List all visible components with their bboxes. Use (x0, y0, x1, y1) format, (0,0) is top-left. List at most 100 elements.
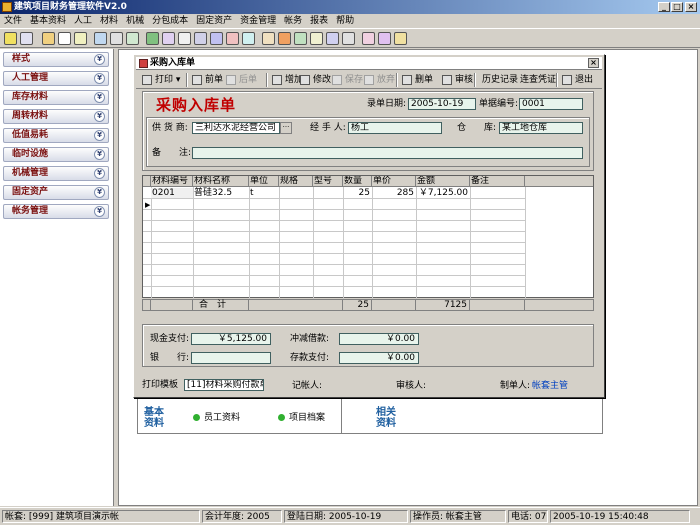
menu-fixed-assets[interactable]: 固定资产 (192, 14, 236, 28)
grid-header-spec[interactable]: 规格 (279, 176, 313, 187)
grid-header-qty[interactable]: 数量 (343, 176, 372, 187)
menu-material[interactable]: 材料 (96, 14, 122, 28)
doc-number-field[interactable]: 0001 (519, 98, 583, 110)
sheet-icon[interactable] (178, 32, 191, 45)
add-button[interactable]: 增加 (272, 73, 303, 87)
sidebar-item-turnover-material[interactable]: 周转材料 ¥ (3, 109, 109, 124)
new-icon[interactable] (4, 32, 17, 45)
chevron-down-icon[interactable]: ¥ (94, 187, 105, 198)
menu-reports[interactable]: 报表 (306, 14, 332, 28)
print-template-select[interactable]: [11]材料采购付款单 (184, 379, 264, 391)
dialog-close-button[interactable]: × (588, 58, 599, 68)
cell-unit[interactable]: t (249, 188, 279, 198)
menu-subcontract-cost[interactable]: 分包成本 (148, 14, 192, 28)
sidebar-item-style[interactable]: 样式 ¥ (3, 52, 109, 67)
report-icon[interactable] (326, 32, 339, 45)
chevron-down-icon[interactable]: ¥ (94, 149, 105, 160)
sidebar-item-stock-material[interactable]: 库存材料 ¥ (3, 90, 109, 105)
bank-field[interactable] (191, 352, 271, 364)
print-icon[interactable] (110, 32, 123, 45)
menu-accounts[interactable]: 帐务 (280, 14, 306, 28)
calculator-icon[interactable] (226, 32, 239, 45)
supplier-lookup-button[interactable]: ··· (280, 122, 292, 134)
minimize-button[interactable]: _ (658, 2, 670, 12)
copy-icon[interactable] (94, 32, 107, 45)
folder-icon[interactable] (210, 32, 223, 45)
table-row[interactable]: ▶ 0201 普硅32.5 t 25 285 ￥7,125.00 (143, 188, 525, 209)
grid-header-model[interactable]: 型号 (313, 176, 343, 187)
settings-icon[interactable] (394, 32, 407, 45)
menu-labor[interactable]: 人工 (70, 14, 96, 28)
home-icon[interactable] (362, 32, 375, 45)
delete-doc-button[interactable]: 删单 (402, 73, 433, 87)
history-button[interactable]: 历史记录 (480, 73, 518, 87)
warehouse-field[interactable]: 某工地仓库 (499, 122, 583, 134)
preview-icon[interactable] (126, 32, 139, 45)
table-icon[interactable] (310, 32, 323, 45)
tools-icon[interactable] (278, 32, 291, 45)
next-doc-button[interactable]: 后单 (226, 73, 257, 87)
export-icon[interactable] (342, 32, 355, 45)
cell-price[interactable]: 285 (372, 188, 416, 198)
cell-qty[interactable]: 25 (343, 188, 372, 198)
print-button[interactable]: 打印 ▾ (142, 73, 180, 87)
chevron-down-icon[interactable]: ¥ (94, 130, 105, 141)
menu-fund-management[interactable]: 资金管理 (236, 14, 280, 28)
chart-icon[interactable] (194, 32, 207, 45)
sidebar-item-machinery[interactable]: 机械管理 ¥ (3, 166, 109, 181)
refresh-icon[interactable] (146, 32, 159, 45)
cell-model[interactable] (313, 188, 343, 198)
chevron-down-icon[interactable]: ¥ (94, 111, 105, 122)
grid-header-code[interactable]: 材料编号 (151, 176, 193, 187)
grid-header-amount[interactable]: 金额 (416, 176, 470, 187)
menu-basic-data[interactable]: 基本资料 (26, 14, 70, 28)
supplier-field[interactable]: 三利达水泥经营公司 (192, 122, 280, 134)
note-icon[interactable] (74, 32, 87, 45)
sidebar-item-temp-facilities[interactable]: 临时设施 ¥ (3, 147, 109, 162)
voucher-lookup-button[interactable]: 连查凭证 (518, 73, 556, 87)
cell-amount[interactable]: ￥7,125.00 (416, 188, 470, 198)
transfer-icon[interactable] (162, 32, 175, 45)
edit-icon[interactable] (42, 32, 55, 45)
menu-machinery[interactable]: 机械 (122, 14, 148, 28)
menu-file[interactable]: 文件 (0, 14, 26, 28)
grid-header-unit[interactable]: 单位 (249, 176, 279, 187)
save-button[interactable]: 保存 (332, 73, 363, 87)
employee-data-link[interactable]: 员工资料 (193, 410, 240, 423)
book-icon[interactable] (378, 32, 391, 45)
project-archive-link[interactable]: 项目档案 (278, 410, 325, 423)
link-icon[interactable] (294, 32, 307, 45)
grid-header-name[interactable]: 材料名称 (193, 176, 249, 187)
edit-button[interactable]: 修改 (300, 73, 331, 87)
maximize-button[interactable]: □ (671, 2, 683, 12)
remark-field[interactable] (192, 147, 583, 159)
grid-header-price[interactable]: 单价 (372, 176, 416, 187)
prev-doc-button[interactable]: 前单 (192, 73, 223, 87)
cell-code[interactable]: 0201 (151, 188, 193, 198)
exit-button[interactable]: 退出 (562, 73, 593, 87)
chevron-down-icon[interactable]: ¥ (94, 73, 105, 84)
handler-field[interactable]: 杨工 (348, 122, 442, 134)
chevron-down-icon[interactable]: ¥ (94, 206, 105, 217)
date-field[interactable]: 2005-10-19 (408, 98, 476, 110)
audit-button[interactable]: 审核 (442, 73, 473, 87)
sidebar-item-low-value[interactable]: 低值易耗 ¥ (3, 128, 109, 143)
grid-header-note[interactable]: 备注 (470, 176, 525, 187)
cell-name[interactable]: 普硅32.5 (193, 188, 249, 198)
document-icon[interactable] (58, 32, 71, 45)
sidebar-item-labor[interactable]: 人工管理 ¥ (3, 71, 109, 86)
cash-payment-field[interactable]: ￥5,125.00 (191, 333, 271, 345)
chevron-down-icon[interactable]: ¥ (94, 54, 105, 65)
menu-help[interactable]: 帮助 (332, 14, 358, 28)
close-app-button[interactable]: × (685, 2, 697, 12)
chevron-down-icon[interactable]: ¥ (94, 92, 105, 103)
sidebar-item-fixed-assets[interactable]: 固定资产 ¥ (3, 185, 109, 200)
discard-button[interactable]: 放弃 (364, 73, 395, 87)
calendar-icon[interactable] (242, 32, 255, 45)
search-icon[interactable] (262, 32, 275, 45)
cell-note[interactable] (470, 188, 525, 198)
cell-spec[interactable] (279, 188, 313, 198)
loan-offset-field[interactable]: ￥0.00 (339, 333, 419, 345)
open-icon[interactable] (20, 32, 33, 45)
sidebar-item-accounts[interactable]: 帐务管理 ¥ (3, 204, 109, 219)
